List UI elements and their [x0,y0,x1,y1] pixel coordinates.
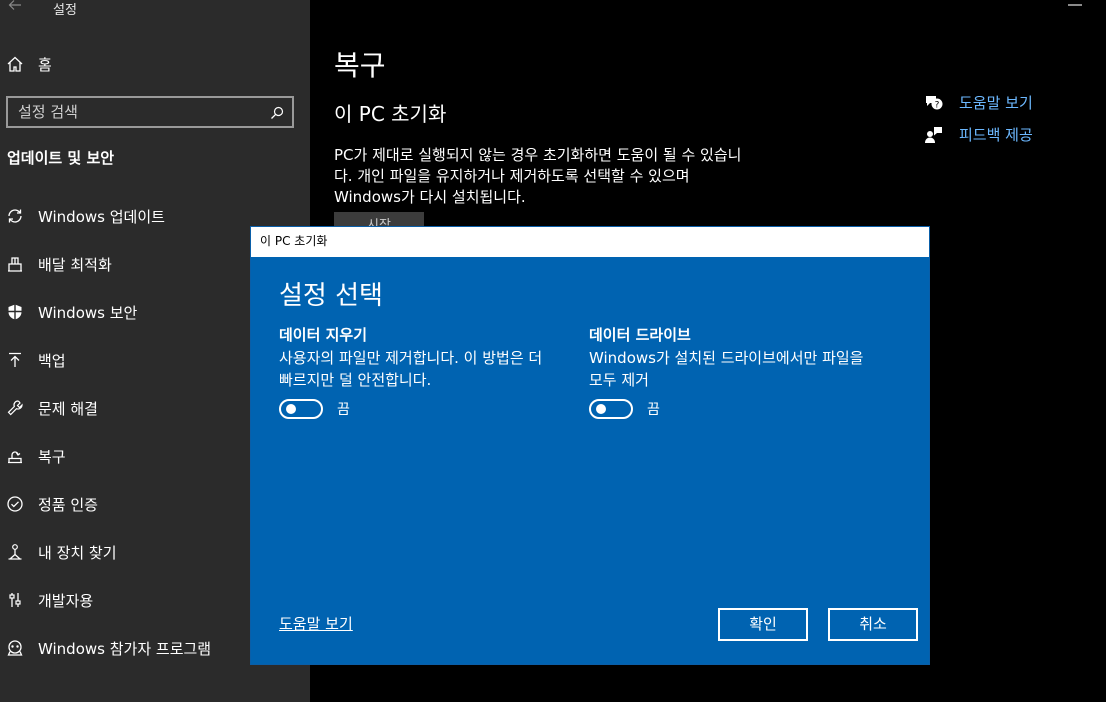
confirm-button[interactable]: 확인 [718,608,808,641]
description-line: 다. 개인 파일을 유지하거나 제거하도록 선택할 수 있으며 [334,167,690,185]
option-description-line: 모두 제거 [589,371,649,389]
toggle-knob [596,404,606,414]
related-feedback-link[interactable]: 피드백 제공 [924,124,1033,145]
cancel-button[interactable]: 취소 [828,608,918,641]
sidebar-item-label: 문제 해결 [38,399,98,418]
search-box[interactable] [6,96,294,128]
sidebar-item-label: Windows 업데이트 [38,207,165,226]
related-label: 도움말 보기 [959,94,1033,112]
description-line: Windows가 다시 설치됩니다. [334,188,526,206]
shield-icon [0,292,30,332]
refresh-icon [0,196,30,236]
option-description-clean-data: 사용자의 파일만 제거합니다. 이 방법은 더 빠르지만 덜 안전합니다. [279,347,579,391]
feedback-person-icon [924,125,944,145]
option-description-line: Windows가 설치된 드라이브에서만 파일을 [589,349,864,367]
option-title-data-drives: 데이터 드라이브 [589,326,691,344]
reset-pc-dialog: 이 PC 초기화 설정 선택 데이터 지우기 사용자의 파일만 제거합니다. 이… [250,226,930,665]
backup-arrow-icon [0,340,30,380]
related-label: 피드백 제공 [959,126,1033,144]
clean-data-toggle[interactable] [279,399,323,419]
sidebar-item-label: 복구 [38,447,66,466]
related-help-link[interactable]: ? 도움말 보기 [924,92,1033,113]
data-drives-toggle[interactable] [589,399,633,419]
search-input[interactable] [18,103,258,121]
insider-icon [0,628,30,668]
find-device-icon [0,532,30,572]
sidebar-item-label: 백업 [38,351,66,370]
sidebar-item-label: 개발자용 [38,591,94,610]
section-title: 업데이트 및 보안 [7,149,115,167]
option-title-clean-data: 데이터 지우기 [279,326,368,344]
dialog-titlebar: 이 PC 초기화 [251,227,929,257]
section-heading: 이 PC 초기화 [334,102,447,126]
minimize-icon[interactable] [1068,4,1082,6]
svg-text:?: ? [935,100,940,110]
option-description-data-drives: Windows가 설치된 드라이브에서만 파일을 모두 제거 [589,347,889,391]
recovery-icon [0,436,30,476]
help-chat-icon: ? [924,93,944,113]
sidebar-item-label: 내 장치 찾기 [38,543,117,562]
sidebar-item-label: 홈 [38,55,52,74]
option-description-line: 사용자의 파일만 제거합니다. 이 방법은 더 [279,349,543,367]
home-icon [0,44,30,84]
sidebar-item-label: 정품 인증 [38,495,98,514]
back-arrow-icon[interactable] [8,0,24,16]
toggle-knob [286,404,296,414]
check-circle-icon [0,484,30,524]
sidebar-item-label: Windows 참가자 프로그램 [38,639,212,658]
description-line: PC가 제대로 실행되지 않는 경우 초기화하면 도움이 될 수 있습니 [334,146,742,164]
toggle-state-label: 끔 [647,402,660,418]
dialog-help-link[interactable]: 도움말 보기 [279,613,353,634]
settings-window: 설정 홈 업데이트 및 보안 Windows 업데이트 배달 최적화 [0,0,1106,702]
reset-description: PC가 제대로 실행되지 않는 경우 초기화하면 도움이 될 수 있습니 다. … [334,145,784,208]
wrench-icon [0,388,30,428]
sidebar-item-home[interactable]: 홈 [0,44,310,84]
window-title: 설정 [53,3,77,18]
option-description-line: 빠르지만 덜 안전합니다. [279,371,432,389]
toggle-state-label: 끔 [337,402,350,418]
search-icon[interactable] [270,105,284,119]
sidebar-item-label: 배달 최적화 [38,255,112,274]
dialog-heading: 설정 선택 [279,281,383,311]
page-title: 복구 [334,49,386,82]
developer-sliders-icon [0,580,30,620]
sidebar-item-label: Windows 보안 [38,303,138,322]
delivery-optimization-icon [0,244,30,284]
